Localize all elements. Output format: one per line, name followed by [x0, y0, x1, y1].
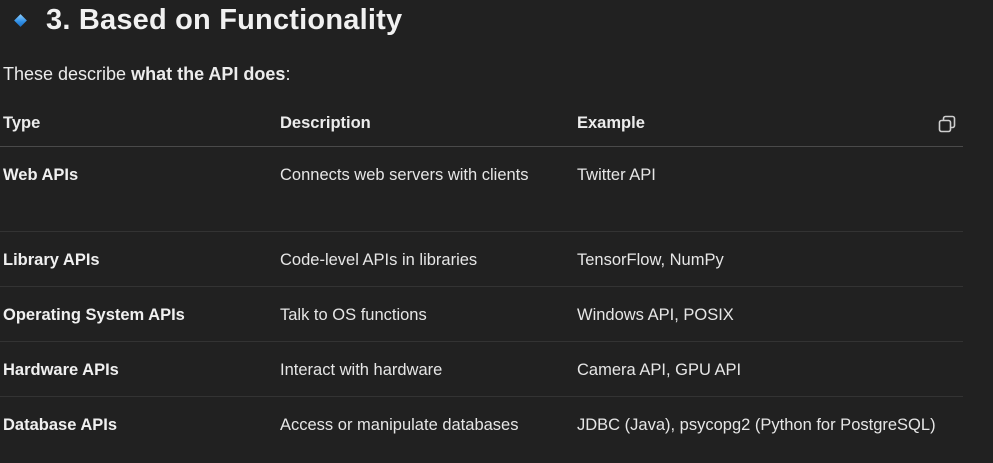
cell-type: Operating System APIs [0, 286, 277, 342]
cell-example: Twitter API [574, 146, 963, 232]
api-types-table-container: Type Description Example Web APIs Connec… [0, 100, 963, 452]
intro-prefix: These describe [3, 64, 132, 84]
table-row: Web APIs Connects web servers with clien… [0, 146, 963, 232]
cell-type: Web APIs [0, 146, 277, 232]
section-heading: 3. Based on Functionality [14, 0, 402, 40]
cell-description: Connects web servers with clients [277, 146, 574, 232]
cell-example: Camera API, GPU API [574, 341, 963, 397]
cell-example: TensorFlow, NumPy [574, 231, 963, 287]
cell-type: Database APIs [3, 416, 118, 434]
cell-example: Windows API, POSIX [574, 286, 963, 342]
column-header-example: Example [574, 100, 963, 147]
section-title: 3. Based on Functionality [46, 3, 403, 36]
table-row: Database APIs Access or manipulate datab… [0, 397, 963, 452]
intro-bold: what the API does [131, 64, 286, 84]
table-row: Hardware APIs Interact with hardware Cam… [0, 341, 963, 397]
column-header-description: Description [277, 100, 574, 147]
cell-description: Access or manipulate databases [280, 416, 519, 434]
api-types-table: Type Description Example Web APIs Connec… [0, 100, 963, 452]
cell-type: Library APIs [0, 231, 277, 287]
table-row: Library APIs Code-level APIs in librarie… [0, 231, 963, 287]
cell-example: JDBC (Java), psycopg2 (Python for Postgr… [577, 416, 936, 434]
intro-paragraph: These describe what the API does: [3, 64, 290, 85]
cell-description: Talk to OS functions [277, 286, 574, 342]
cell-type: Hardware APIs [0, 341, 277, 397]
table-row: Operating System APIs Talk to OS functio… [0, 286, 963, 342]
table-header-row: Type Description Example [0, 100, 963, 147]
small-blue-diamond-icon [14, 13, 27, 27]
copy-icon[interactable] [937, 114, 957, 134]
column-header-type: Type [0, 100, 277, 147]
cell-description: Interact with hardware [277, 341, 574, 397]
intro-suffix: : [285, 64, 291, 84]
cell-description: Code-level APIs in libraries [277, 231, 574, 287]
